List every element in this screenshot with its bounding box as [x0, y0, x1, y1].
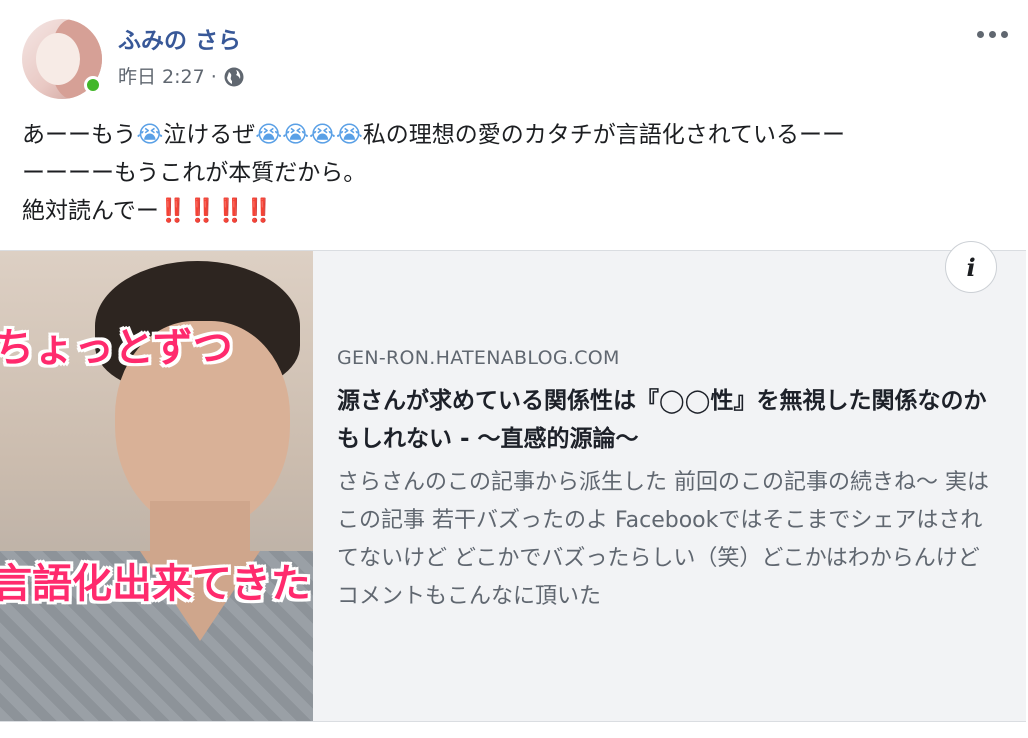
- meta-separator: ·: [210, 66, 217, 88]
- post-text-line-3: 絶対読んでー‼️‼️‼️‼️: [22, 192, 1012, 230]
- post-text-segment: 絶対読んでー: [22, 198, 159, 224]
- info-icon[interactable]: i: [945, 241, 997, 293]
- globe-icon[interactable]: [223, 66, 245, 88]
- double-exclamation-emoji: ‼️: [216, 198, 245, 224]
- post-text-line-1: あーーもう😭泣けるぜ😭😭😭😭私の理想の愛のカタチが言語化されているーー: [22, 116, 1012, 154]
- post-text-segment: 私の理想の愛のカタチが言語化されているーー: [362, 122, 845, 148]
- link-preview-card[interactable]: ちょっとずつ 言語化出来てきた i GEN-RON.HATENABLOG.COM…: [0, 241, 1026, 722]
- thumbnail-caption-bottom: 言語化出来てきた: [0, 561, 311, 607]
- author-name[interactable]: ふみの さら: [118, 26, 241, 56]
- post-timestamp[interactable]: 昨日 2:27: [118, 64, 205, 90]
- double-exclamation-emoji: ‼️: [244, 198, 274, 224]
- link-title[interactable]: 源さんが求めている関係性は『◯◯性』を無視した関係なのかもしれない - 〜直感的…: [337, 382, 1002, 458]
- avatar-face: [36, 33, 80, 85]
- double-exclamation-emoji: ‼️: [187, 198, 217, 224]
- post-text-segment: 泣けるぜ: [163, 122, 256, 148]
- crying-face-emoji: 😭: [335, 122, 363, 148]
- link-domain: GEN-RON.HATENABLOG.COM: [337, 347, 620, 369]
- link-text[interactable]: GEN-RON.HATENABLOG.COM 源さんが求めている関係性は『◯◯性…: [337, 346, 1002, 616]
- crying-face-emoji: 😭: [282, 122, 309, 148]
- post-meta: 昨日 2:27 ·: [118, 64, 245, 90]
- link-description: さらさんのこの記事から派生した 前回のこの記事の続きね〜 実はこの記事 若干バズ…: [337, 470, 989, 609]
- feed-post: ふみの さら 昨日 2:27 · あーーもう😭泣けるぜ😭😭😭😭私の理想の愛のカタ…: [0, 0, 1028, 738]
- thumbnail-caption-top: ちょっとずつ: [0, 325, 233, 371]
- post-text-segment: あーーもう: [22, 122, 137, 148]
- crying-face-emoji: 😭: [136, 122, 164, 148]
- online-status-dot: [84, 76, 102, 94]
- more-options-icon[interactable]: [972, 26, 1012, 42]
- crying-face-emoji: 😭: [255, 122, 283, 148]
- post-text: あーーもう😭泣けるぜ😭😭😭😭私の理想の愛のカタチが言語化されているーー ーーーー…: [22, 116, 1012, 230]
- link-thumbnail[interactable]: ちょっとずつ 言語化出来てきた: [0, 251, 313, 721]
- post-text-line-2: ーーーーもうこれが本質だから。: [22, 160, 367, 186]
- crying-face-emoji: 😭: [308, 122, 336, 148]
- double-exclamation-emoji: ‼️: [158, 198, 188, 224]
